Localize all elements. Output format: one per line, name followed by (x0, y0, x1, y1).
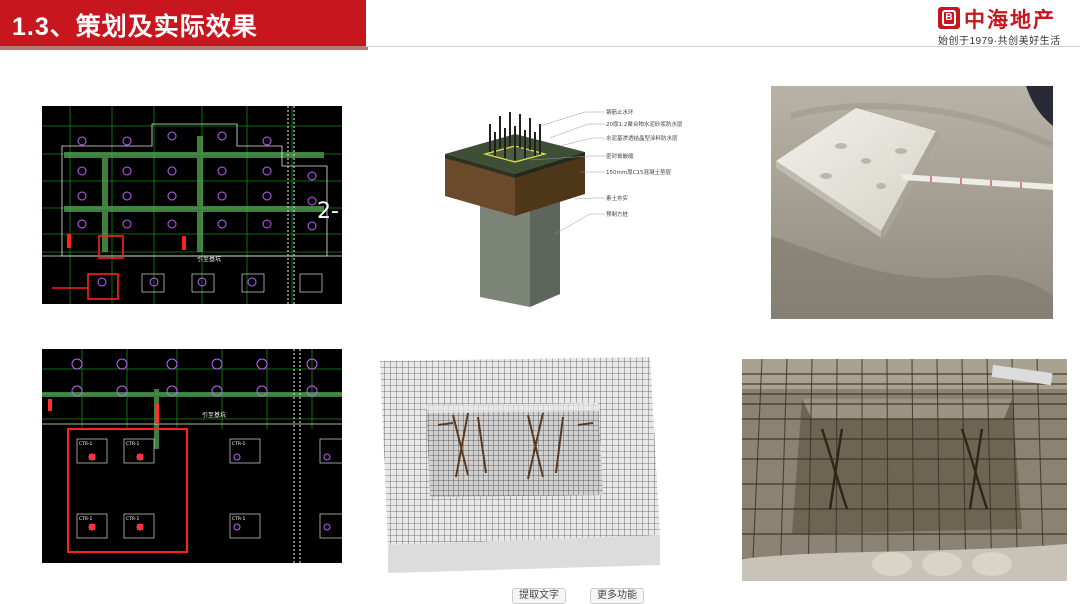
slide-header: 1.3、策划及实际效果 B 中海地产 始创于1979·共创美好生活 (0, 0, 1080, 50)
photo-rebar-cage-svg (742, 359, 1067, 581)
diagram-label-4: 密封膏嵌缝 (606, 152, 634, 160)
cad-bottom-note: 引至基坑 (202, 411, 226, 419)
rebar-3d-model-svg (380, 357, 660, 573)
cap-label-2: CTR-1 (126, 441, 139, 447)
more-functions-label: 更多功能 (597, 590, 637, 601)
cap-label-1: CTR-1 (79, 441, 92, 447)
diagram-label-6: 素土夯实 (606, 194, 629, 202)
cap-label-6: CTR-1 (232, 516, 245, 522)
diagram-label-3: 水泥基渗透结晶型涂料防水层 (606, 134, 678, 142)
extract-text-label: 提取文字 (519, 590, 559, 601)
slide-title: 1.3、策划及实际效果 (12, 13, 258, 41)
more-functions-button[interactable]: 更多功能 (590, 588, 644, 604)
cad-drawing-bottom: CTR-1 CTR-1 CTR-1 CTR-1 CTR-1 CTR-1 引至基坑 (42, 349, 342, 563)
cad-axis-label: 2- (317, 199, 339, 224)
diagram-label-7: 预制方桩 (606, 210, 629, 218)
brand-slogan: 始创于1979·共创美好生活 (938, 36, 1061, 47)
cad-drawing-top: 2- 引至基坑 (42, 106, 342, 304)
photo-rebar-cage (742, 359, 1067, 581)
diagram-label-1: 钢筋止水环 (606, 108, 634, 116)
cad-plan-bottom-svg: CTR-1 CTR-1 CTR-1 CTR-1 CTR-1 CTR-1 引至基坑 (42, 349, 342, 563)
extract-text-button[interactable]: 提取文字 (512, 588, 566, 604)
pile-cap-diagram: 钢筋止水环 20厚1:2聚合物水泥砂浆防水层 水泥基渗透结晶型涂料防水层 密封膏… (430, 104, 690, 310)
title-bar-shadow (0, 46, 368, 50)
logo-mark-icon: B (938, 7, 960, 29)
title-bar: 1.3、策划及实际效果 (0, 0, 366, 46)
brand-name: 中海地产 (964, 7, 1056, 32)
photo-concrete-cap-svg (771, 86, 1053, 319)
cad-note: 引至基坑 (197, 255, 221, 263)
photo-concrete-cap (771, 86, 1053, 319)
logo-mark-letter: B (942, 10, 956, 26)
cap-label-5: CTR-1 (126, 516, 139, 522)
diagram-label-5: 150mm厚C15混凝土垫层 (606, 168, 672, 176)
cad-plan-top-svg: 2- 引至基坑 (42, 106, 342, 304)
pile-cap-diagram-svg: 钢筋止水环 20厚1:2聚合物水泥砂浆防水层 水泥基渗透结晶型涂料防水层 密封膏… (445, 108, 683, 307)
diagram-label-2: 20厚1:2聚合物水泥砂浆防水层 (606, 120, 683, 128)
rebar-3d-model (378, 355, 662, 577)
company-logo: B 中海地产 始创于1979·共创美好生活 (938, 6, 1080, 47)
cap-label-4: CTR-1 (79, 516, 92, 522)
cap-label-3: CTR-1 (232, 441, 245, 447)
